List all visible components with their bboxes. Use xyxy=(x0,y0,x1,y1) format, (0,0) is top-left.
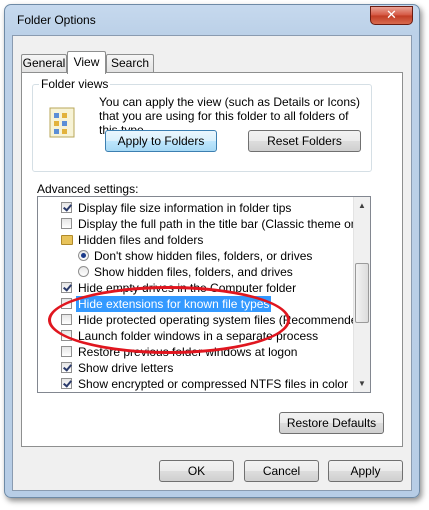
apply-to-folders-button[interactable]: Apply to Folders xyxy=(105,130,217,152)
display-file-size-checkbox[interactable] xyxy=(61,202,72,213)
apply-button[interactable]: Apply xyxy=(328,460,403,482)
tab-label: General xyxy=(22,56,66,70)
hide-protected-files-checkbox[interactable] xyxy=(61,314,72,325)
list-item-label: Hidden files and folders xyxy=(78,233,204,247)
folder-views-legend: Folder views xyxy=(39,77,111,91)
list-item-label: Show hidden files, folders, and drives xyxy=(94,265,293,279)
show-drive-letters-checkbox[interactable] xyxy=(61,362,72,373)
scroll-up-icon[interactable]: ▲ xyxy=(354,197,370,214)
close-button[interactable]: ✕ xyxy=(370,6,413,25)
list-item-label: Hide extensions for known file types xyxy=(76,296,272,312)
folder-views-icon xyxy=(49,107,75,138)
folder-options-window: Folder Options ✕ General View Search Fol… xyxy=(4,4,420,498)
list-item-label: Hide protected operating system files (R… xyxy=(78,313,369,327)
title-bar[interactable]: Folder Options ✕ xyxy=(5,5,419,35)
view-tab-panel: Folder views You can apply the view (suc… xyxy=(21,72,403,447)
list-item-label: Launch folder windows in a separate proc… xyxy=(78,329,319,343)
tab-label: Search xyxy=(110,56,150,70)
list-item-label: Hide empty drives in the Computer folder xyxy=(78,281,297,295)
show-encrypted-color-checkbox[interactable] xyxy=(61,378,72,389)
cancel-button[interactable]: Cancel xyxy=(244,460,319,482)
list-item-label: Show drive letters xyxy=(78,361,174,375)
tab-general[interactable]: General xyxy=(21,54,67,73)
reset-folders-button[interactable]: Reset Folders xyxy=(248,130,361,152)
hide-extensions-checkbox[interactable] xyxy=(61,298,72,309)
tab-search[interactable]: Search xyxy=(106,54,154,73)
list-item-label: Display file size information in folder … xyxy=(78,201,292,215)
folder-views-group: Folder views You can apply the view (suc… xyxy=(32,77,372,172)
list-item-label: Display the full path in the title bar (… xyxy=(78,217,371,231)
advanced-settings-label: Advanced settings: xyxy=(37,182,139,196)
tab-view[interactable]: View xyxy=(67,51,106,74)
list-scrollbar[interactable]: ▲ ▼ xyxy=(353,197,370,392)
list-item-label: Restore previous folder windows at logon xyxy=(78,345,298,359)
list-item-label: Don't show hidden files, folders, or dri… xyxy=(94,249,313,263)
list-item-label: Show encrypted or compressed NTFS files … xyxy=(78,377,349,391)
tab-label: View xyxy=(73,55,100,69)
hide-empty-drives-checkbox[interactable] xyxy=(61,282,72,293)
dont-show-hidden-radio[interactable] xyxy=(78,250,89,261)
restore-previous-windows-checkbox[interactable] xyxy=(61,346,72,357)
advanced-settings-list[interactable]: Display file size information in folder … xyxy=(37,196,371,393)
restore-defaults-button[interactable]: Restore Defaults xyxy=(279,412,384,434)
scroll-thumb[interactable] xyxy=(355,263,369,323)
display-full-path-checkbox[interactable] xyxy=(61,218,72,229)
close-icon: ✕ xyxy=(386,7,397,22)
scroll-down-icon[interactable]: ▼ xyxy=(354,375,370,392)
window-title: Folder Options xyxy=(17,13,96,27)
folder-icon xyxy=(61,235,73,245)
show-hidden-radio[interactable] xyxy=(78,266,89,277)
dialog-client-area: General View Search Folder views You can… xyxy=(12,35,412,491)
launch-separate-process-checkbox[interactable] xyxy=(61,330,72,341)
ok-button[interactable]: OK xyxy=(159,460,234,482)
